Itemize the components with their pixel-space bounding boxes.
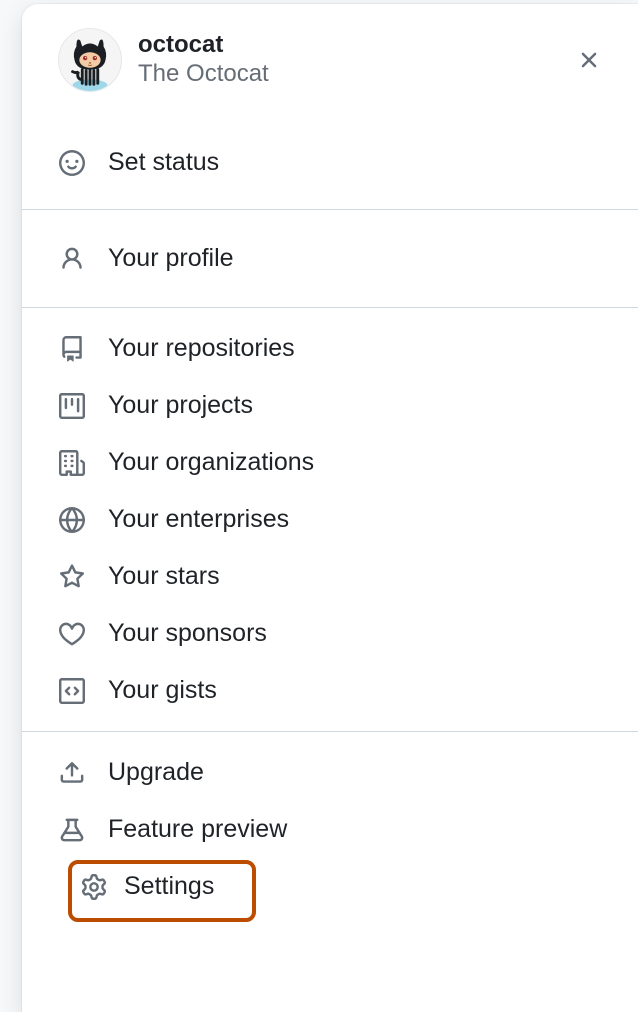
feature-preview-label: Feature preview bbox=[108, 815, 287, 844]
person-icon bbox=[58, 245, 86, 273]
stars-label: Your stars bbox=[108, 562, 220, 591]
gear-icon bbox=[80, 873, 108, 901]
octocat-avatar-icon bbox=[59, 28, 121, 92]
status-section: Set status bbox=[22, 116, 638, 209]
settings-label: Settings bbox=[124, 872, 214, 901]
upload-icon bbox=[58, 759, 86, 787]
code-square-icon bbox=[58, 677, 86, 705]
projects-label: Your projects bbox=[108, 391, 253, 420]
repositories-label: Your repositories bbox=[108, 334, 295, 363]
user-info: octocat The Octocat bbox=[138, 31, 568, 89]
organizations-item[interactable]: Your organizations bbox=[22, 434, 638, 491]
profile-section: Your profile bbox=[22, 210, 638, 307]
close-icon bbox=[576, 47, 602, 73]
display-name: The Octocat bbox=[138, 60, 568, 89]
upgrade-label: Upgrade bbox=[108, 758, 204, 787]
close-button[interactable] bbox=[568, 39, 610, 81]
organization-icon bbox=[58, 449, 86, 477]
user-menu-panel: octocat The Octocat Set status Your prof… bbox=[22, 4, 638, 1012]
your-profile-label: Your profile bbox=[108, 244, 234, 273]
username: octocat bbox=[138, 31, 568, 60]
set-status-item[interactable]: Set status bbox=[22, 134, 638, 191]
your-profile-item[interactable]: Your profile bbox=[22, 230, 638, 287]
avatar[interactable] bbox=[58, 28, 122, 92]
enterprises-label: Your enterprises bbox=[108, 505, 289, 534]
globe-icon bbox=[58, 506, 86, 534]
upgrade-item[interactable]: Upgrade bbox=[22, 744, 638, 801]
settings-item[interactable]: Settings bbox=[22, 858, 638, 915]
project-icon bbox=[58, 392, 86, 420]
nav-section: Your repositories Your projects Your org… bbox=[22, 308, 638, 731]
repo-icon bbox=[58, 335, 86, 363]
organizations-label: Your organizations bbox=[108, 448, 314, 477]
footer-section: Upgrade Feature preview Settings bbox=[22, 732, 638, 927]
enterprises-item[interactable]: Your enterprises bbox=[22, 491, 638, 548]
sponsors-item[interactable]: Your sponsors bbox=[22, 605, 638, 662]
feature-preview-item[interactable]: Feature preview bbox=[22, 801, 638, 858]
heart-icon bbox=[58, 620, 86, 648]
gists-item[interactable]: Your gists bbox=[22, 662, 638, 719]
stars-item[interactable]: Your stars bbox=[22, 548, 638, 605]
user-menu-header: octocat The Octocat bbox=[22, 28, 638, 116]
set-status-label: Set status bbox=[108, 148, 219, 177]
smiley-icon bbox=[58, 149, 86, 177]
repositories-item[interactable]: Your repositories bbox=[22, 320, 638, 377]
beaker-icon bbox=[58, 816, 86, 844]
settings-highlight: Settings bbox=[22, 858, 638, 915]
projects-item[interactable]: Your projects bbox=[22, 377, 638, 434]
gists-label: Your gists bbox=[108, 676, 217, 705]
star-icon bbox=[58, 563, 86, 591]
sponsors-label: Your sponsors bbox=[108, 619, 267, 648]
